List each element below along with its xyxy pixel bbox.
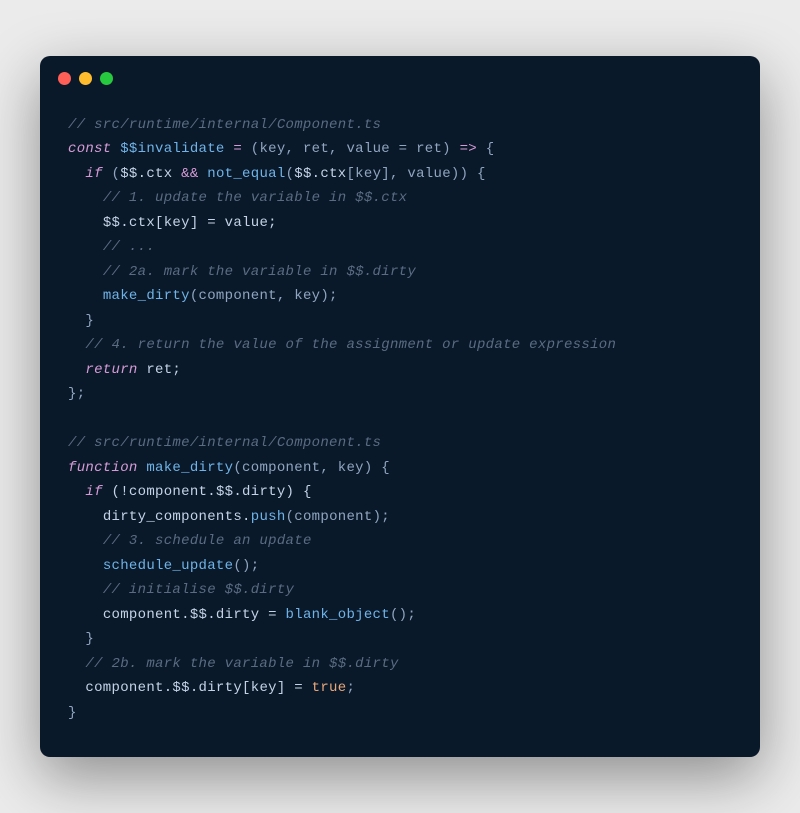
expression: .dirty[key] = [190, 680, 312, 696]
call: (); [233, 558, 259, 574]
identifier: $$ [172, 680, 189, 696]
args: (component, key); [190, 288, 338, 304]
identifier: $$. [120, 166, 146, 182]
call: (); [390, 607, 416, 623]
paren: ( [103, 166, 120, 182]
operator: && [172, 166, 207, 182]
code-content: // src/runtime/internal/Component.ts con… [40, 93, 760, 758]
brace: } [85, 631, 94, 647]
comment: // 2a. mark the variable in $$.dirty [103, 264, 416, 280]
titlebar [40, 56, 760, 93]
brace: { [486, 141, 495, 157]
comment: // 3. schedule an update [103, 533, 312, 549]
comment: // src/runtime/internal/Component.ts [68, 117, 381, 133]
property: ctx [320, 166, 346, 182]
keyword-const: const [68, 141, 112, 157]
expression: [key] = value; [155, 215, 277, 231]
expression: dirty_components. [103, 509, 251, 525]
comment: // ... [103, 239, 155, 255]
identifier: $$ [190, 607, 207, 623]
function-call: blank_object [286, 607, 390, 623]
comment: // 2b. mark the variable in $$.dirty [85, 656, 398, 672]
operator: = [225, 141, 251, 157]
maximize-icon[interactable] [100, 72, 113, 85]
arrow: => [451, 141, 486, 157]
brace: } [68, 705, 77, 721]
brace: } [85, 313, 94, 329]
keyword-return: return [85, 362, 137, 378]
minimize-icon[interactable] [79, 72, 92, 85]
comment: // src/runtime/internal/Component.ts [68, 435, 381, 451]
comment: // 1. update the variable in $$.ctx [103, 190, 408, 206]
params: (key, ret, value = ret) [251, 141, 451, 157]
expression: component. [85, 680, 172, 696]
function-call: schedule_update [103, 558, 234, 574]
paren: [key], value)) { [346, 166, 485, 182]
args: (component); [286, 509, 390, 525]
expression: ret; [138, 362, 182, 378]
expression: .dirty) { [233, 484, 311, 500]
code-window: // src/runtime/internal/Component.ts con… [40, 56, 760, 758]
identifier: $$invalidate [120, 141, 224, 157]
keyword-if: if [85, 484, 102, 500]
semicolon: ; [346, 680, 355, 696]
expression: component. [103, 607, 190, 623]
function-call: not_equal [207, 166, 285, 182]
property: ctx [146, 166, 172, 182]
identifier: $$. [103, 215, 129, 231]
comment: // initialise $$.dirty [103, 582, 294, 598]
identifier: $$. [294, 166, 320, 182]
identifier: $$ [216, 484, 233, 500]
expression: .dirty = [207, 607, 285, 623]
brace: }; [68, 386, 85, 402]
expression: (!component. [103, 484, 216, 500]
paren: ( [286, 166, 295, 182]
close-icon[interactable] [58, 72, 71, 85]
keyword-function: function [68, 460, 138, 476]
comment: // 4. return the value of the assignment… [85, 337, 616, 353]
method-call: push [251, 509, 286, 525]
function-name: make_dirty [138, 460, 234, 476]
property: ctx [129, 215, 155, 231]
keyword-if: if [85, 166, 102, 182]
params: (component, key) { [233, 460, 390, 476]
boolean: true [312, 680, 347, 696]
function-call: make_dirty [103, 288, 190, 304]
